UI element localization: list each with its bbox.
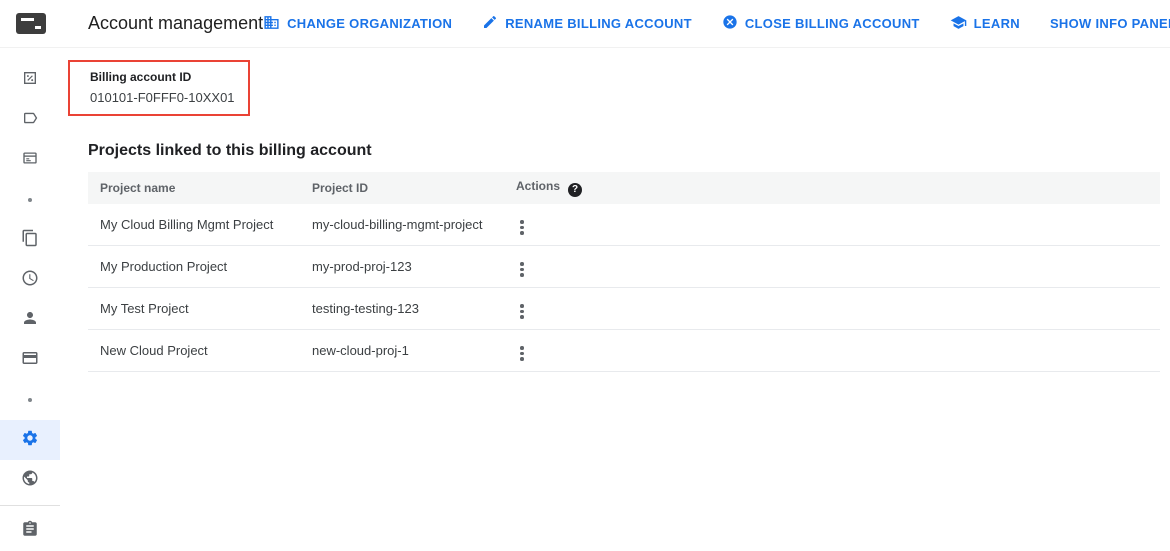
learn-button[interactable]: LEARN [950,14,1020,34]
documents-copy-icon [21,229,39,252]
sidebar-item-pricing[interactable] [0,100,60,140]
sidebar-item-transactions[interactable] [0,260,60,300]
console-logo [16,13,46,34]
page-title: Account management [88,13,263,34]
column-project-id: Project ID [300,172,504,204]
header-actions: CHANGE ORGANIZATION RENAME BILLING ACCOU… [263,14,1170,34]
sidebar-item-billing-export[interactable] [0,460,60,500]
overflow-dot-icon [28,398,32,402]
rename-pencil-icon [482,14,498,33]
table-row: New Cloud Project new-cloud-proj-1 [88,329,1160,371]
projects-section-heading: Projects linked to this billing account [88,142,1160,160]
project-name-cell: New Cloud Project [88,329,300,371]
table-header-row: Project name Project ID Actions? [88,172,1160,204]
table-row: My Test Project testing-testing-123 [88,287,1160,329]
sidebar-item-account-management[interactable] [0,420,60,460]
learn-school-icon [950,14,967,34]
sidebar-item-cost-table[interactable] [0,140,60,180]
sidebar-item-overflow-1[interactable] [0,180,60,220]
organization-grid-icon [263,14,280,34]
project-id-cell: my-prod-proj-123 [300,245,504,287]
project-name-cell: My Test Project [88,287,300,329]
project-id-cell: new-cloud-proj-1 [300,329,504,371]
change-organization-button[interactable]: CHANGE ORGANIZATION [263,14,452,34]
rename-billing-account-label: RENAME BILLING ACCOUNT [505,16,692,31]
close-billing-account-button[interactable]: CLOSE BILLING ACCOUNT [722,14,920,33]
close-billing-account-label: CLOSE BILLING ACCOUNT [745,16,920,31]
change-organization-label: CHANGE ORGANIZATION [287,16,452,31]
sidebar-item-account[interactable] [0,300,60,340]
rename-billing-account-button[interactable]: RENAME BILLING ACCOUNT [482,14,692,33]
billing-nav-sidebar [0,48,60,549]
payment-card-icon [21,349,39,372]
sidebar-item-manage-accounts[interactable] [0,511,60,551]
row-actions-menu-button[interactable] [516,302,528,321]
row-actions-menu-button[interactable] [516,344,528,363]
overflow-dot-icon [28,198,32,202]
actions-help-icon[interactable]: ? [568,183,582,197]
row-actions-menu-button[interactable] [516,218,528,237]
assignment-icon [21,520,39,543]
pricing-tag-icon [21,109,39,132]
project-id-cell: testing-testing-123 [300,287,504,329]
close-circle-icon [722,14,738,33]
account-person-icon [21,309,39,332]
export-globe-icon [21,469,39,492]
column-actions: Actions? [504,172,1160,204]
settings-gear-icon [21,429,39,452]
reports-percent-icon [21,69,39,92]
cost-table-icon [21,149,39,172]
sidebar-item-overflow-2[interactable] [0,380,60,420]
sidebar-item-documents[interactable] [0,220,60,260]
billing-account-id-highlight: Billing account ID 010101-F0FFF0-10XX01 [68,60,250,116]
project-id-cell: my-cloud-billing-mgmt-project [300,204,504,246]
linked-projects-table: Project name Project ID Actions? My Clou… [88,172,1160,372]
column-project-name: Project name [88,172,300,204]
column-actions-label: Actions [516,179,560,193]
show-info-panel-button[interactable]: SHOW INFO PANEL [1050,16,1170,31]
row-actions-menu-button[interactable] [516,260,528,279]
transactions-clock-icon [21,269,39,292]
billing-account-id-label: Billing account ID [90,70,235,84]
table-row: My Cloud Billing Mgmt Project my-cloud-b… [88,204,1160,246]
top-header: Account management CHANGE ORGANIZATION R… [0,0,1170,48]
sidebar-item-payment-method[interactable] [0,340,60,380]
sidebar-item-reports[interactable] [0,60,60,100]
table-row: My Production Project my-prod-proj-123 [88,245,1160,287]
main-content: Billing account ID 010101-F0FFF0-10XX01 … [60,48,1170,372]
sidebar-divider [0,505,60,506]
billing-account-id-value: 010101-F0FFF0-10XX01 [90,90,235,105]
project-name-cell: My Production Project [88,245,300,287]
learn-label: LEARN [974,16,1020,31]
project-name-cell: My Cloud Billing Mgmt Project [88,204,300,246]
